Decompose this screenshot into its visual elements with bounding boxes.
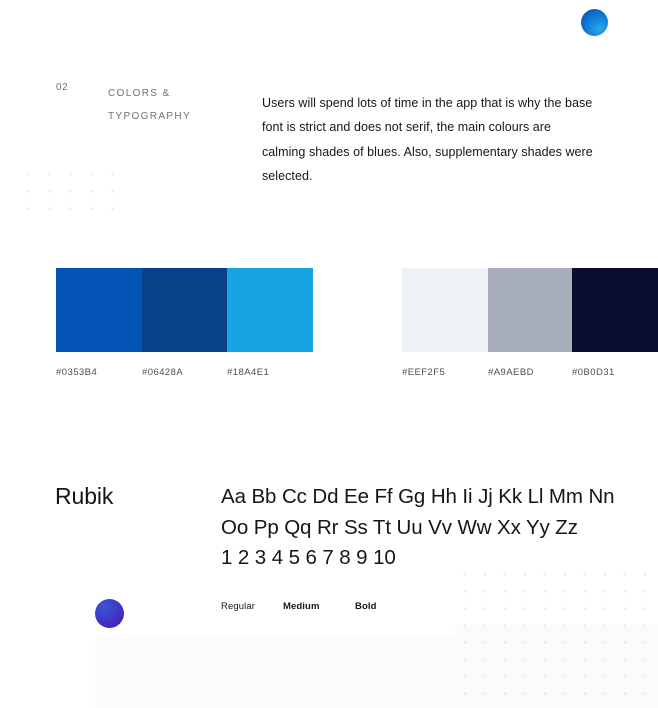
palette-primary — [56, 268, 313, 352]
color-swatch — [227, 268, 313, 352]
color-swatch — [142, 268, 227, 352]
section-number: 02 — [56, 82, 69, 93]
palette-primary-labels: #0353B4 #06428A #18A4E1 — [56, 367, 313, 381]
color-swatch — [572, 268, 658, 352]
font-weight-sample: Bold — [355, 601, 377, 612]
color-swatch-label: #0353B4 — [56, 367, 98, 378]
background-panel-bottom — [95, 638, 658, 708]
color-swatch-label: #06428A — [142, 367, 184, 378]
font-weight-list: Regular Medium Bold — [221, 601, 471, 615]
specimen-line-uppercase-1: Aa Bb Cc Dd Ee Ff Gg Hh Ii Jj Kk Ll Mm N… — [221, 485, 615, 508]
specimen-line-uppercase-2: Oo Pp Qq Rr Ss Tt Uu Vv Ww Xx Yy Zz — [221, 515, 578, 539]
color-swatch-label: #A9AEBD — [488, 367, 534, 378]
section-title-line-1: COLORS & — [108, 88, 171, 99]
font-family-name: Rubik — [55, 483, 114, 509]
font-weight-sample: Regular — [221, 601, 255, 612]
palette-supplementary-labels: #EEF2F5 #A9AEBD #0B0D31 — [402, 367, 658, 381]
section-title: COLORS & TYPOGRAPHY — [108, 82, 238, 128]
color-swatch-label: #EEF2F5 — [402, 367, 446, 378]
blue-sphere-decoration — [581, 9, 608, 36]
font-specimen: Aa Bb Cc Dd Ee Ff Gg Hh Ii Jj Kk Ll Mm N… — [221, 482, 641, 574]
palette-supplementary — [402, 268, 658, 352]
color-swatch-label: #18A4E1 — [227, 367, 270, 378]
font-weight-sample: Medium — [283, 601, 320, 612]
purple-sphere-decoration — [95, 599, 124, 628]
color-swatch — [56, 268, 142, 352]
color-swatch — [402, 268, 488, 352]
color-swatch-label: #0B0D31 — [572, 367, 615, 378]
dot-grid-left — [18, 166, 118, 222]
specimen-line-numerals: 1 2 3 4 5 6 7 8 9 10 — [221, 546, 396, 569]
color-swatch — [488, 268, 572, 352]
intro-paragraph: Users will spend lots of time in the app… — [262, 95, 593, 184]
section-title-line-2: TYPOGRAPHY — [108, 111, 191, 122]
